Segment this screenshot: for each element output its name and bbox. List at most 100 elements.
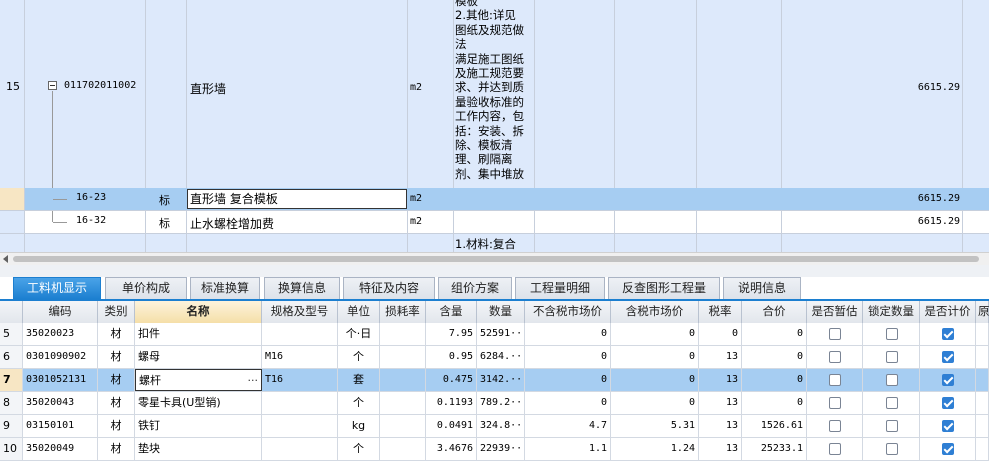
lock-quantity-checkbox[interactable] [886, 374, 898, 386]
column-header-price-excl-tax[interactable]: 不含税市场价 [525, 301, 611, 323]
loss-rate [380, 415, 426, 437]
total-price: 0 [742, 369, 807, 391]
material-name[interactable]: 铁钉 [135, 415, 262, 437]
table-row[interactable]: 16-32 标 止水螺栓增加费 m2 6615.29 [0, 211, 989, 233]
total-price: 1526.61 [742, 415, 807, 437]
provisional-checkbox[interactable] [829, 374, 841, 386]
price-incl-tax[interactable]: 1.24 [611, 438, 699, 460]
provisional-checkbox[interactable] [829, 397, 841, 409]
column-header-total[interactable]: 合价 [742, 301, 807, 323]
material-name[interactable]: 螺杆 ··· [135, 369, 262, 391]
tab-pricing-scheme[interactable]: 组价方案 [438, 277, 512, 299]
priced-checkbox[interactable] [942, 443, 954, 455]
item-code: 16-32 [76, 215, 107, 226]
row-number: 9 [0, 415, 23, 437]
price-incl-tax[interactable]: 5.31 [611, 415, 699, 437]
scroll-left-icon[interactable] [3, 255, 8, 263]
material-spec [262, 438, 338, 460]
quantity-value: 789.2··· [477, 392, 525, 414]
priced-checkbox[interactable] [942, 351, 954, 363]
column-header-provisional[interactable]: 是否暂估 [807, 301, 863, 323]
column-header-code[interactable]: 编码 [23, 301, 98, 323]
column-header-spec[interactable]: 规格及型号 [262, 301, 338, 323]
price-excl-tax[interactable]: 0 [525, 346, 611, 368]
price-excl-tax[interactable]: 1.1 [525, 438, 611, 460]
priced-checkbox-cell [920, 415, 976, 437]
column-header-quantity[interactable]: 数量 [477, 301, 525, 323]
price-excl-tax[interactable]: 0 [525, 392, 611, 414]
table-row[interactable]: 10 35020049 材垫块 个 3.4676 22939··· 1.1 1.24 13 252… [0, 438, 989, 461]
price-incl-tax[interactable]: 0 [611, 346, 699, 368]
provisional-checkbox[interactable] [829, 351, 841, 363]
ellipsis-button[interactable]: ··· [248, 370, 259, 390]
lock-quantity-checkbox[interactable] [886, 397, 898, 409]
priced-checkbox[interactable] [942, 397, 954, 409]
scrollbar-thumb[interactable] [13, 256, 979, 262]
splitter[interactable] [0, 265, 989, 277]
lock-quantity-checkbox[interactable] [886, 328, 898, 340]
tab-labor-material-machine[interactable]: 工料机显示 [13, 277, 101, 299]
loss-rate [380, 346, 426, 368]
material-name[interactable]: 扣件 [135, 323, 262, 345]
collapse-icon[interactable] [48, 81, 57, 90]
price-incl-tax[interactable]: 0 [611, 369, 699, 391]
material-code: 35020023 [23, 323, 98, 345]
column-header-content[interactable]: 含量 [426, 301, 477, 323]
column-header-name[interactable]: 名称 [135, 301, 262, 323]
total-price: 25233.1 [742, 438, 807, 460]
lock-quantity-checkbox[interactable] [886, 443, 898, 455]
table-row[interactable]: 8 35020043 材零星卡具(U型销) 个 0.1193 789.2··· 0 0 13 0 [0, 392, 989, 415]
material-table: 5 35020023 材扣件 个·日 7.95 52591··· 0 0 0 0 6 03010909… [0, 323, 989, 463]
tax-rate: 13 [699, 438, 742, 460]
priced-checkbox-cell [920, 346, 976, 368]
column-header-price-incl-tax[interactable]: 含税市场价 [611, 301, 699, 323]
horizontal-scrollbar[interactable] [0, 252, 989, 265]
priced-checkbox[interactable] [942, 328, 954, 340]
priced-checkbox-cell [920, 392, 976, 414]
priced-checkbox[interactable] [942, 374, 954, 386]
price-excl-tax[interactable]: 0 [525, 323, 611, 345]
provisional-checkbox[interactable] [829, 443, 841, 455]
column-header-priced[interactable]: 是否计价 [920, 301, 976, 323]
item-name-input[interactable]: 直形墙 复合模板 [187, 189, 407, 209]
lock-quantity-checkbox[interactable] [886, 351, 898, 363]
column-header-unit[interactable]: 单位 [338, 301, 380, 323]
priced-checkbox-cell [920, 438, 976, 460]
table-row[interactable]: 6 0301090902 材螺母 M16 个 0.95 6284.··· 0 0 13 0 [0, 346, 989, 369]
quantity-value: 324.8··· [477, 415, 525, 437]
price-incl-tax[interactable]: 0 [611, 392, 699, 414]
table-row[interactable]: 15 011702011002 直形墙 m2 模板 2.其他:详见 图纸及规范做… [0, 0, 989, 188]
price-excl-tax[interactable]: 0 [525, 369, 611, 391]
column-header-tax-rate[interactable]: 税率 [699, 301, 742, 323]
table-row[interactable]: 5 35020023 材扣件 个·日 7.95 52591··· 0 0 0 0 [0, 323, 989, 346]
column-header-category[interactable]: 类别 [98, 301, 135, 323]
price-incl-tax[interactable]: 0 [611, 323, 699, 345]
tab-features-content[interactable]: 特征及内容 [343, 277, 435, 299]
price-excl-tax[interactable]: 4.7 [525, 415, 611, 437]
lock-quantity-checkbox-cell [863, 415, 920, 437]
provisional-checkbox[interactable] [829, 420, 841, 432]
tab-standard-conversion[interactable]: 标准换算 [190, 277, 260, 299]
table-row[interactable]: 16-23 标 直形墙 复合模板 m2 6615.29 [0, 188, 989, 210]
material-name[interactable]: 螺母 [135, 346, 262, 368]
tab-conversion-info[interactable]: 换算信息 [264, 277, 340, 299]
content-value: 3.4676 [426, 438, 477, 460]
material-unit: 个 [338, 346, 380, 368]
column-header-loss-rate[interactable]: 损耗率 [380, 301, 426, 323]
column-header-lock-quantity[interactable]: 锁定数量 [863, 301, 920, 323]
tab-description-info[interactable]: 说明信息 [723, 277, 801, 299]
content-value: 0.475 [426, 369, 477, 391]
table-row[interactable]: 7 0301052131 材螺杆 ··· T16 套 0.475 3142.··· 0 0 13 0 [0, 369, 989, 392]
material-name[interactable]: 零星卡具(U型销) [135, 392, 262, 414]
lock-quantity-checkbox[interactable] [886, 420, 898, 432]
total-price: 0 [742, 392, 807, 414]
quantity-value: 6284.··· [477, 346, 525, 368]
provisional-checkbox[interactable] [829, 328, 841, 340]
table-row[interactable]: 9 03150101 材铁钉 kg 0.0491 324.8··· 4.7 5.31 13 152… [0, 415, 989, 438]
tab-reverse-graphic-quantity[interactable]: 反查图形工程量 [608, 277, 720, 299]
tab-quantity-detail[interactable]: 工程量明细 [515, 277, 605, 299]
column-header-original[interactable]: 原 [976, 301, 989, 323]
priced-checkbox[interactable] [942, 420, 954, 432]
material-name[interactable]: 垫块 [135, 438, 262, 460]
tab-unit-price-composition[interactable]: 单价构成 [105, 277, 187, 299]
